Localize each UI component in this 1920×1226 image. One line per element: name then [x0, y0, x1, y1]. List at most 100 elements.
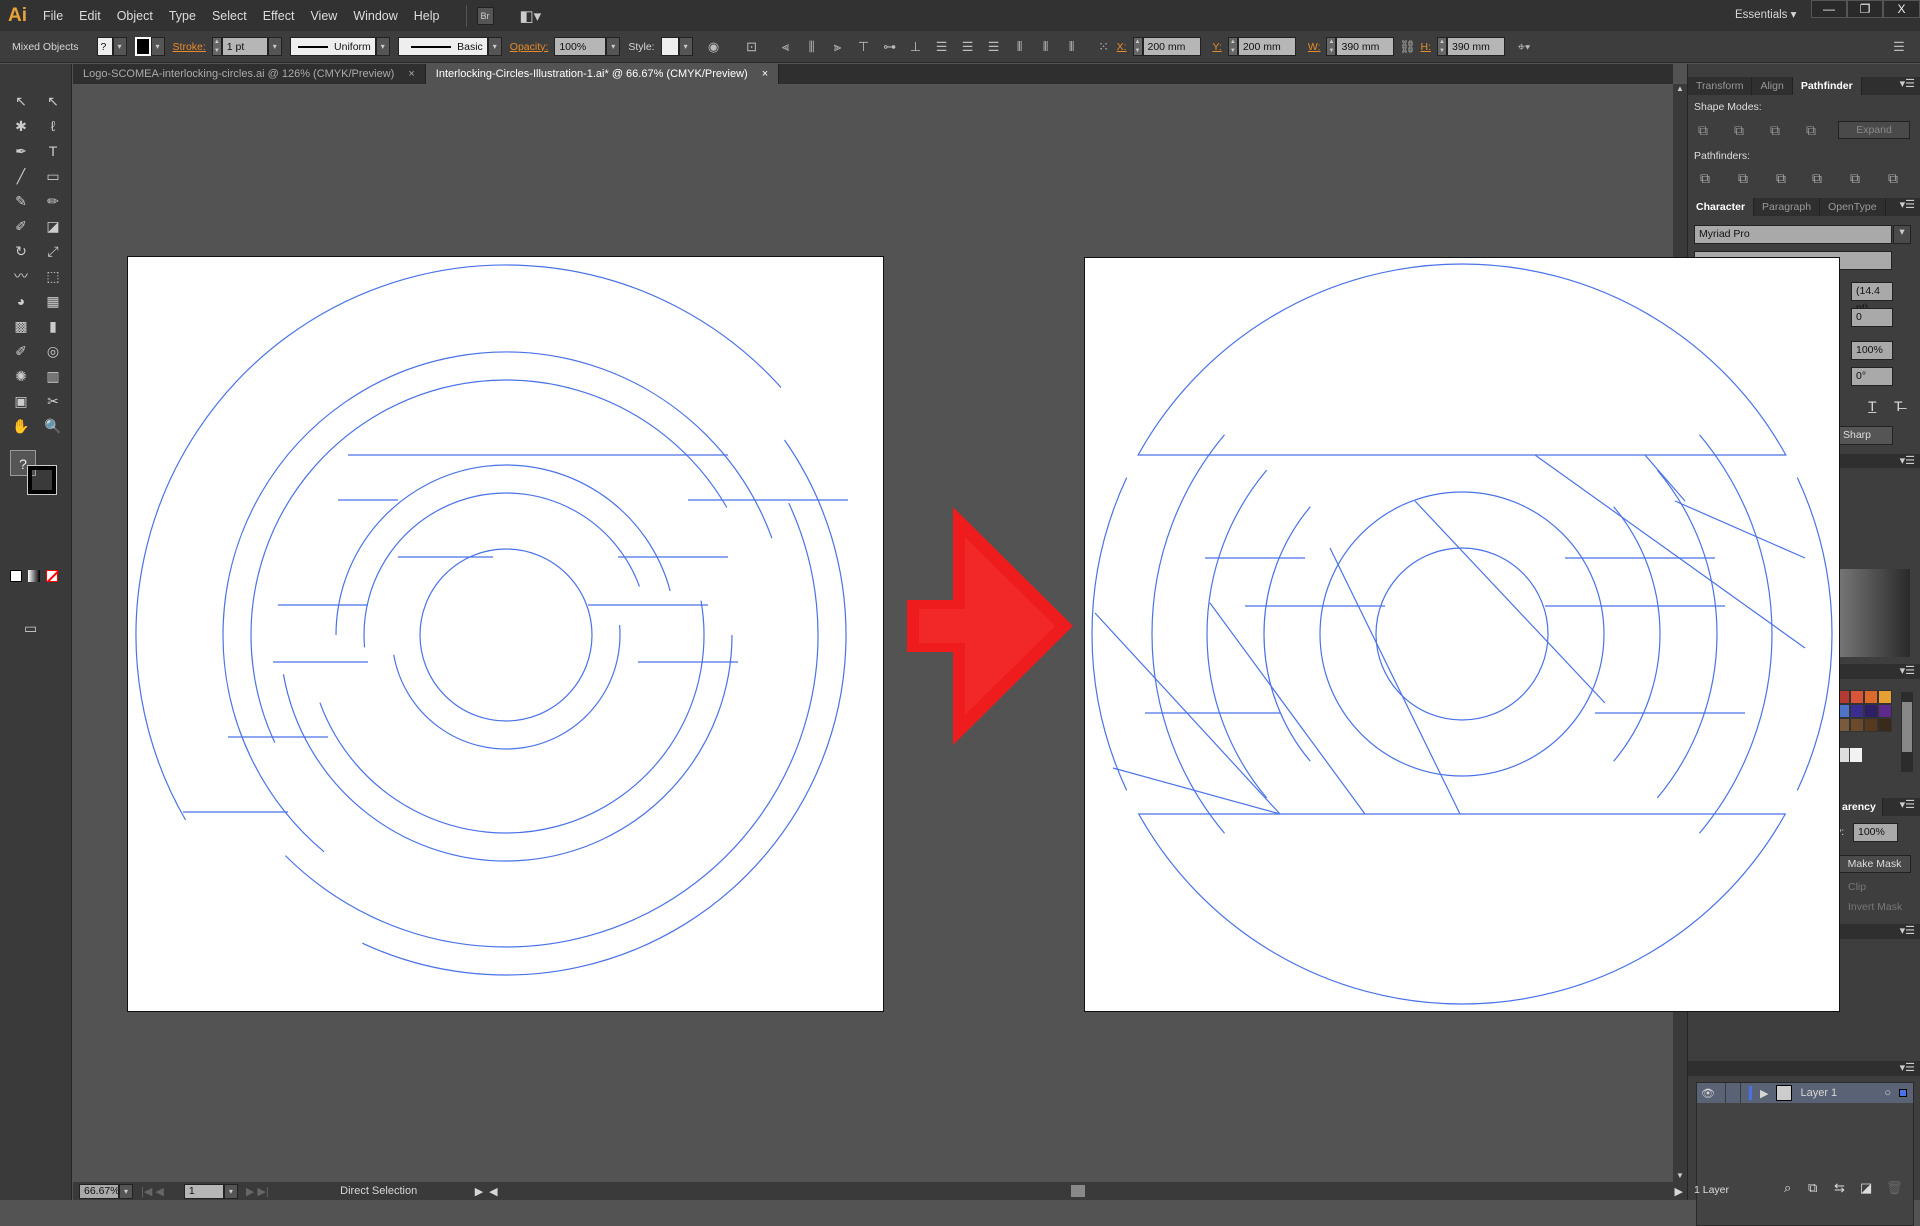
stroke-weight-input[interactable]: 1 pt	[221, 37, 268, 56]
outline-icon[interactable]: ⧉	[1850, 170, 1860, 187]
x-input[interactable]: 200 mm	[1142, 37, 1201, 56]
close-button[interactable]: X	[1883, 0, 1920, 18]
y-stepper[interactable]: ▲ ▼	[1227, 37, 1238, 56]
panel-menu-icon[interactable]: ▾☰	[1900, 924, 1915, 937]
strikethrough-icon[interactable]: T̶	[1894, 398, 1903, 414]
symbol-sprayer-tool[interactable]: ✺	[10, 365, 32, 387]
artboard-tool[interactable]: ▣	[10, 390, 32, 412]
artboard-right[interactable]	[1084, 257, 1840, 1012]
magic-wand-tool[interactable]: ✱	[10, 115, 32, 137]
restore-button[interactable]: ❐	[1847, 0, 1883, 18]
tab-transform[interactable]: Transform	[1688, 77, 1753, 95]
swatch[interactable]	[1878, 718, 1892, 732]
swatch[interactable]	[1864, 718, 1878, 732]
artboard-number-input[interactable]: 1	[183, 1183, 224, 1199]
distribute-top-icon[interactable]: ☰	[933, 38, 951, 56]
selection-indicator[interactable]	[1899, 1089, 1907, 1097]
delete-layer-icon[interactable]: 🗑	[1886, 1180, 1903, 1196]
expand-button[interactable]: Expand	[1838, 121, 1910, 139]
minus-front-icon[interactable]: ⧉	[1734, 122, 1744, 139]
horizontal-scale-input[interactable]: 100%	[1851, 341, 1893, 360]
align-right-icon[interactable]: ⫸	[829, 38, 847, 56]
opacity-label[interactable]: Opacity:	[510, 41, 549, 53]
tab-paragraph[interactable]: Paragraph	[1754, 198, 1821, 216]
invert-mask-checkbox[interactable]: Invert Mask	[1848, 901, 1902, 913]
crop-icon[interactable]: ⧉	[1812, 170, 1822, 187]
anti-aliasing-select[interactable]: Sharp	[1838, 426, 1893, 445]
constrain-proportions-icon[interactable]: ⛓	[1398, 38, 1416, 56]
bridge-button[interactable]: Br	[476, 6, 494, 25]
clip-checkbox[interactable]: Clip	[1848, 881, 1866, 893]
blend-tool[interactable]: ◎	[42, 340, 64, 362]
trim-icon[interactable]: ⧉	[1738, 170, 1748, 187]
menu-help[interactable]: Help	[414, 9, 440, 23]
stroke-color-box[interactable]	[27, 465, 57, 495]
stroke-stepper[interactable]: ▲ ▼	[211, 37, 222, 56]
swatch[interactable]	[1850, 718, 1864, 732]
panel-menu-icon[interactable]: ▾☰	[1900, 664, 1915, 677]
variable-width-profile[interactable]: Uniform	[289, 37, 376, 56]
blob-brush-tool[interactable]: ✐	[10, 215, 32, 237]
y-input[interactable]: 200 mm	[1237, 37, 1296, 56]
distribute-vertical-center-icon[interactable]: ☰	[959, 38, 977, 56]
mesh-tool[interactable]: ▩	[10, 315, 32, 337]
distribute-left-icon[interactable]: ⦀	[1011, 38, 1029, 56]
h-stepper[interactable]: ▲ ▼	[1436, 37, 1447, 56]
intersect-icon[interactable]: ⧉	[1770, 122, 1780, 139]
hand-tool[interactable]: ✋	[10, 415, 32, 437]
expand-layer-icon[interactable]: ▶	[1760, 1087, 1768, 1100]
lasso-tool[interactable]: ℓ	[42, 115, 64, 137]
new-layer-icon[interactable]: ◪	[1860, 1180, 1872, 1196]
lock-toggle[interactable]	[1725, 1083, 1741, 1103]
tab-pathfinder[interactable]: Pathfinder	[1792, 77, 1862, 95]
tab-character[interactable]: Character	[1688, 198, 1755, 216]
eraser-tool[interactable]: ◪	[42, 215, 64, 237]
make-mask-button[interactable]: Make Mask	[1838, 855, 1911, 873]
type-tool[interactable]: T	[42, 140, 64, 162]
panel-menu-icon[interactable]: ▾☰	[1900, 454, 1915, 467]
selection-tool[interactable]: ↖	[10, 90, 32, 112]
fill-dropdown[interactable]: ▾	[112, 37, 127, 56]
stroke-weight-dropdown[interactable]: ▾	[267, 37, 282, 56]
rectangle-tool[interactable]: ▭	[42, 165, 64, 187]
w-input[interactable]: 390 mm	[1336, 37, 1395, 56]
scroll-right-icon[interactable]: ▶	[1675, 1185, 1683, 1198]
panel-menu-icon[interactable]: ▾☰	[1900, 198, 1915, 211]
panel-menu-icon[interactable]: ▾☰	[1900, 1061, 1915, 1074]
zoom-level-input[interactable]: 66.67%	[79, 1183, 120, 1199]
align-bottom-icon[interactable]: ⊥	[907, 38, 925, 56]
tab-transparency[interactable]: arency	[1836, 798, 1883, 816]
style-dropdown[interactable]: ▾	[678, 37, 693, 56]
tracking-input[interactable]: 0	[1851, 308, 1893, 327]
recolor-artwork-icon[interactable]: ◉	[705, 38, 723, 56]
control-panel-menu-icon[interactable]: ☰	[1890, 38, 1908, 56]
underline-icon[interactable]: T̲	[1868, 398, 1877, 414]
minimize-button[interactable]: —	[1811, 0, 1847, 18]
unite-icon[interactable]: ⧉	[1698, 122, 1708, 139]
paintbrush-tool[interactable]: ✎	[10, 190, 32, 212]
locate-object-icon[interactable]: ⌕	[1784, 1180, 1791, 1196]
opacity-dropdown[interactable]: ▾	[606, 37, 621, 56]
swatch[interactable]	[1849, 748, 1862, 762]
line-tool[interactable]: ╱	[10, 165, 32, 187]
tab-align[interactable]: Align	[1752, 77, 1793, 95]
opacity-input[interactable]: 100%	[554, 37, 607, 56]
font-family-dropdown[interactable]: ▾	[1893, 225, 1911, 244]
swatch[interactable]	[1878, 690, 1892, 704]
direct-selection-tool[interactable]: ↖	[42, 90, 64, 112]
next-last-artboard-icon[interactable]: ▶ ▶|	[246, 1185, 269, 1198]
swatch[interactable]	[1850, 704, 1864, 718]
align-top-icon[interactable]: ⊤	[855, 38, 873, 56]
scale-tool[interactable]: ⤢	[42, 240, 64, 262]
menu-select[interactable]: Select	[212, 9, 247, 23]
swatches-scrollbar[interactable]	[1901, 692, 1913, 772]
eyedropper-tool[interactable]: ✐	[10, 340, 32, 362]
panel-menu-icon[interactable]: ▾☰	[1900, 77, 1915, 90]
menu-object[interactable]: Object	[117, 9, 153, 23]
warp-tool[interactable]: 〰	[10, 265, 32, 287]
zoom-dropdown[interactable]: ▾	[119, 1183, 133, 1199]
divide-icon[interactable]: ⧉	[1700, 170, 1710, 187]
graphic-style-swatch[interactable]	[660, 37, 679, 56]
h-input[interactable]: 390 mm	[1446, 37, 1505, 56]
free-transform-tool[interactable]: ⬚	[42, 265, 64, 287]
